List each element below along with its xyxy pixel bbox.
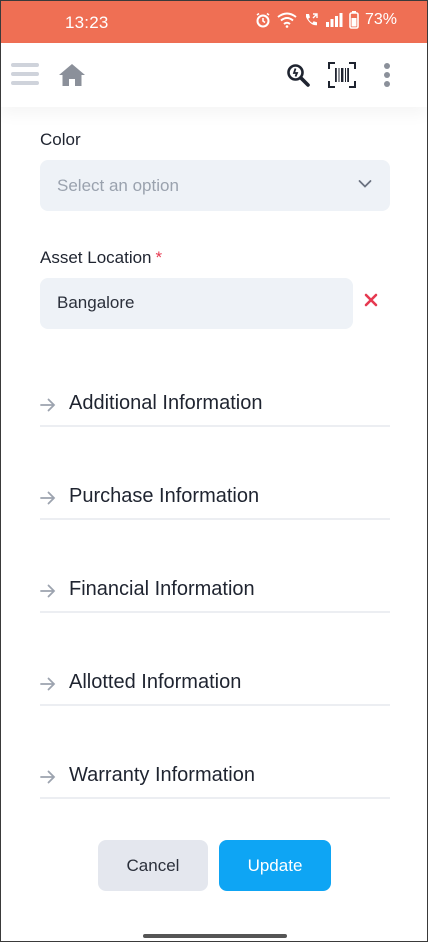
section-title: Warranty Information: [69, 764, 255, 786]
color-label: Color: [40, 130, 81, 150]
home-icon[interactable]: [58, 62, 86, 88]
clear-icon[interactable]: [363, 292, 379, 308]
asset-location-label: Asset Location *: [40, 248, 162, 268]
signal-icon: [325, 13, 343, 27]
status-icons: 73%: [255, 11, 397, 29]
alarm-icon: [256, 12, 270, 28]
menu-icon[interactable]: [11, 63, 39, 89]
asset-location-value: Bangalore: [57, 293, 135, 312]
call-icon: [305, 13, 318, 26]
section-title: Purchase Information: [69, 485, 260, 507]
status-time: 13:23: [65, 13, 109, 32]
section-allotted-information[interactable]: Allotted Information: [40, 669, 390, 706]
asset-location-label-text: Asset Location: [40, 248, 152, 267]
arrow-right-icon: [40, 770, 56, 784]
barcode-scan-icon[interactable]: [328, 62, 356, 88]
app-screen: 13:23 73% Color Select an option Asset L…: [0, 0, 428, 942]
arrow-right-icon: [40, 677, 56, 691]
battery-percentage: 73%: [364, 11, 397, 28]
section-warranty-information[interactable]: Warranty Information: [40, 762, 390, 799]
update-button[interactable]: Update: [219, 840, 331, 891]
color-select[interactable]: Select an option: [40, 160, 390, 211]
section-title: Financial Information: [69, 578, 255, 600]
more-vertical-icon[interactable]: [384, 63, 390, 90]
asset-location-field[interactable]: Bangalore: [40, 278, 353, 329]
chevron-down-icon: [358, 180, 372, 188]
battery-icon: [349, 11, 359, 29]
arrow-right-icon: [40, 398, 56, 412]
app-header: [1, 43, 427, 107]
section-additional-information[interactable]: Additional Information: [40, 390, 390, 427]
wifi-icon: [277, 12, 297, 28]
status-bar: 13:23 73%: [1, 1, 427, 43]
arrow-right-icon: [40, 491, 56, 505]
home-indicator[interactable]: [143, 934, 287, 938]
required-mark: *: [155, 248, 163, 267]
cancel-button[interactable]: Cancel: [98, 840, 208, 891]
section-title: Additional Information: [69, 392, 263, 414]
arrow-right-icon: [40, 584, 56, 598]
section-purchase-information[interactable]: Purchase Information: [40, 483, 390, 520]
section-title: Allotted Information: [69, 671, 242, 693]
search-icon[interactable]: [286, 63, 310, 87]
color-label-text: Color: [40, 130, 81, 149]
section-financial-information[interactable]: Financial Information: [40, 576, 390, 613]
color-select-placeholder: Select an option: [57, 176, 179, 195]
